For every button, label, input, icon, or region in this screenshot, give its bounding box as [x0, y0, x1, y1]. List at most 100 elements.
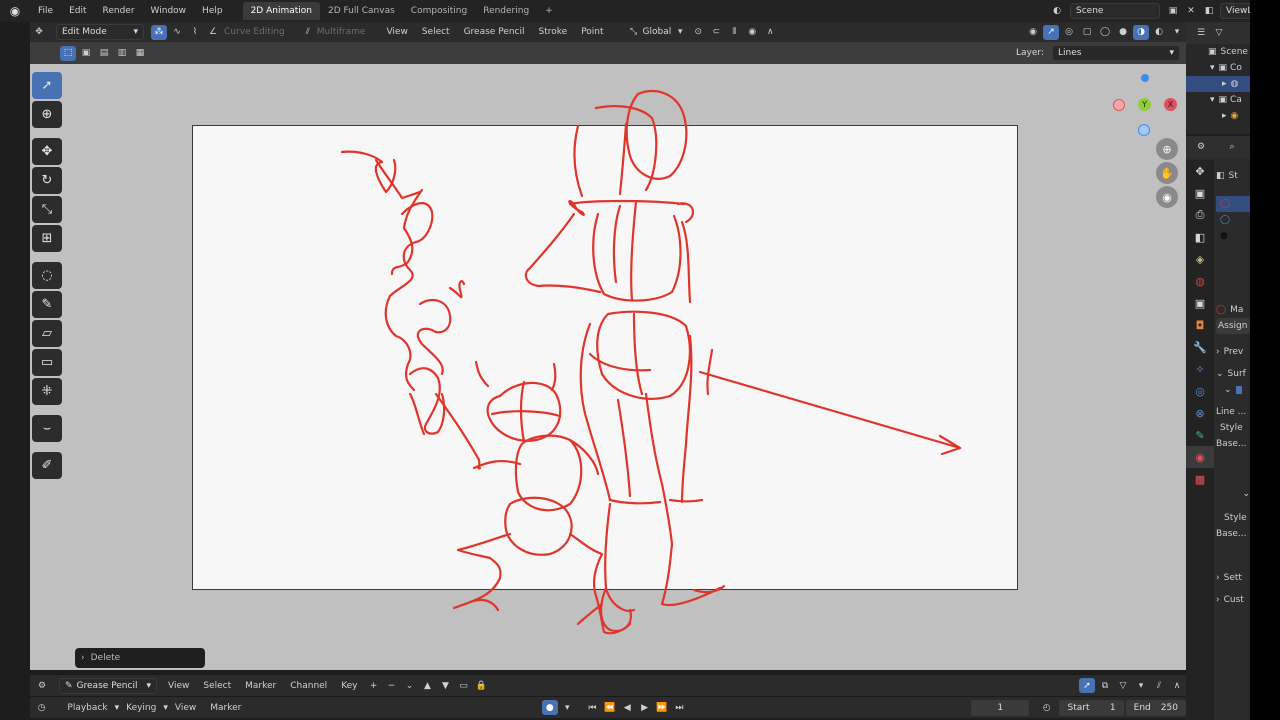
orientation-icon[interactable]: ⤡ — [626, 25, 642, 40]
add-layer-icon[interactable]: + — [366, 678, 382, 693]
annotate-tool[interactable]: ✐ — [32, 452, 62, 479]
dopesheet-menu-select[interactable]: Select — [196, 681, 238, 691]
line-type-field[interactable]: Line ... — [1216, 404, 1250, 420]
cursor-tool[interactable]: ⊕ — [32, 101, 62, 128]
editor-mode-selector[interactable]: ✎ Grease Pencil ▾ — [59, 677, 157, 694]
outliner-type-icon[interactable]: ☰ — [1193, 26, 1209, 41]
orientation-label[interactable]: Global — [643, 27, 672, 37]
chevron-down-icon[interactable]: ▾ — [1133, 678, 1149, 693]
new-scene-icon[interactable]: ▣ — [1165, 4, 1181, 19]
object-tab-icon[interactable]: ◘ — [1186, 314, 1214, 336]
outliner-item-collection[interactable]: ▾ ▣ Co — [1186, 60, 1250, 76]
gizmo-neg-x-dot[interactable] — [1113, 99, 1125, 111]
jump-keyframe-back-icon[interactable]: ⏪ — [602, 700, 617, 715]
last-operator-panel[interactable]: › Delete — [75, 648, 205, 668]
end-frame-field[interactable]: End 250 — [1125, 699, 1186, 716]
bend-tool[interactable]: ✎ — [32, 291, 62, 318]
transform-tool[interactable]: ⊞ — [32, 225, 62, 252]
outliner-item-scene[interactable]: ▣ Scene — [1186, 44, 1250, 60]
outliner-item-stroke-object[interactable]: ▸ ◍ — [1186, 76, 1250, 92]
shading-options-icon[interactable]: ▾ — [1169, 25, 1185, 40]
mode-selector[interactable]: Edit Mode ▾ — [56, 24, 144, 40]
snap-target-icon[interactable]: ⫴ — [726, 25, 742, 40]
physics-tab-icon[interactable]: ◎ — [1186, 380, 1214, 402]
tab-rendering[interactable]: Rendering — [475, 2, 537, 20]
wireframe-shading-icon[interactable]: ◯ — [1097, 25, 1113, 40]
start-frame-field[interactable]: Start 1 — [1059, 699, 1124, 716]
menu-grease-pencil[interactable]: Grease Pencil — [457, 27, 532, 37]
gizmo-y-axis[interactable]: Y — [1138, 98, 1151, 111]
select-extend-icon[interactable]: ▣ — [78, 46, 94, 61]
custom-properties-header[interactable]: › Cust — [1216, 592, 1250, 608]
scene-icon[interactable]: ◐ — [1049, 4, 1065, 19]
curve-editing-label[interactable]: Curve Editing — [224, 27, 285, 37]
stroke-checkbox[interactable] — [1235, 386, 1242, 394]
dopesheet-menu-channel[interactable]: Channel — [283, 681, 334, 691]
stroke-subpanel-header[interactable]: ⌄ — [1216, 382, 1250, 398]
solid-shading-icon[interactable]: ● — [1115, 25, 1131, 40]
extrude-tool[interactable]: ⌣ — [32, 415, 62, 442]
scale-tool[interactable]: ⤡ — [32, 196, 62, 223]
tool-tab-icon[interactable]: ✥ — [1186, 160, 1214, 182]
properties-type-icon[interactable]: ⚙ — [1193, 140, 1209, 155]
gizmo-z-dot[interactable] — [1141, 74, 1149, 82]
jump-end-icon[interactable]: ⏭ — [672, 700, 687, 715]
rotate-tool[interactable]: ↻ — [32, 167, 62, 194]
texture-tab-icon[interactable]: ▩ — [1186, 468, 1214, 490]
menu-help[interactable]: Help — [194, 6, 231, 16]
add-workspace-button[interactable]: + — [537, 2, 561, 20]
fill-subpanel-header[interactable]: ⌄ — [1216, 486, 1250, 502]
layer-mask-icon[interactable]: ▭ — [456, 678, 472, 693]
fill-style-field[interactable]: Style — [1216, 510, 1250, 526]
push-tool[interactable]: ▭ — [32, 349, 62, 376]
material-slot-2[interactable]: ◯ — [1216, 212, 1250, 228]
menu-edit[interactable]: Edit — [61, 6, 94, 16]
jump-start-icon[interactable]: ⏮ — [585, 700, 600, 715]
only-selected-icon[interactable]: ➚ — [1079, 678, 1095, 693]
output-tab-icon[interactable]: ⎙ — [1186, 204, 1214, 226]
surface-panel-header[interactable]: ⌄ Surf — [1216, 366, 1250, 382]
rendered-shading-icon[interactable]: ◐ — [1151, 25, 1167, 40]
menu-render[interactable]: Render — [95, 6, 143, 16]
select-intersect-icon[interactable]: ▦ — [132, 46, 148, 61]
auto-keying-icon[interactable]: ● — [542, 700, 558, 715]
stroke-select-icon[interactable]: ∿ — [169, 25, 185, 40]
point-select-icon[interactable]: ⁂ — [151, 24, 167, 40]
menu-point[interactable]: Point — [574, 27, 610, 37]
current-frame-field[interactable]: 1 — [971, 699, 1030, 716]
blender-logo-icon[interactable]: ◉ — [0, 4, 30, 18]
collection-tab-icon[interactable]: ▣ — [1186, 292, 1214, 314]
proportional-edit-icon[interactable]: ◉ — [744, 25, 760, 40]
dopesheet-menu-view[interactable]: View — [161, 681, 196, 691]
menu-select[interactable]: Select — [415, 27, 457, 37]
segment-select-icon[interactable]: ⌇ — [187, 25, 203, 40]
select-box-mode-icon[interactable]: ⬚ — [60, 45, 76, 61]
fill-base-color-field[interactable]: Base... — [1216, 526, 1250, 542]
tab-compositing[interactable]: Compositing — [403, 2, 475, 20]
jump-keyframe-forward-icon[interactable]: ⏩ — [654, 700, 669, 715]
assign-button[interactable]: Assign — [1216, 318, 1250, 334]
gizmo-x-axis[interactable]: X — [1164, 98, 1177, 111]
menu-stroke[interactable]: Stroke — [532, 27, 575, 37]
effects-tab-icon[interactable]: ✧ — [1186, 358, 1214, 380]
scene-tab-icon[interactable]: ◈ — [1186, 248, 1214, 270]
xray-icon[interactable]: ▢ — [1079, 25, 1095, 40]
snap-icon[interactable]: ⊂ — [708, 25, 724, 40]
material-datablock[interactable]: ◯ Ma — [1216, 302, 1250, 318]
layer-selector[interactable]: Lines ▾ — [1052, 45, 1180, 61]
multiframe-icon[interactable]: ⫽ — [300, 25, 316, 40]
timeline-menu-playback[interactable]: Playback — [60, 703, 114, 713]
gizmo-neg-z-dot[interactable] — [1138, 124, 1150, 136]
tab-2d-full-canvas[interactable]: 2D Full Canvas — [320, 2, 403, 20]
style-field[interactable]: Style — [1216, 420, 1250, 436]
play-icon[interactable]: ▶ — [637, 700, 652, 715]
view-layer-icon[interactable]: ◧ — [1201, 4, 1217, 19]
material-slot-1[interactable]: ◯ — [1216, 196, 1250, 212]
timeline-menu-view[interactable]: View — [168, 703, 203, 713]
menu-file[interactable]: File — [30, 6, 61, 16]
material-slot-3[interactable]: ● — [1216, 228, 1250, 244]
timeline-menu-keying[interactable]: Keying — [119, 703, 163, 713]
chevron-down-icon[interactable]: ▾ — [560, 700, 575, 715]
preview-panel-header[interactable]: › Prev — [1216, 344, 1250, 360]
outliner-item-camera[interactable]: ▸ ◉ — [1186, 108, 1250, 124]
